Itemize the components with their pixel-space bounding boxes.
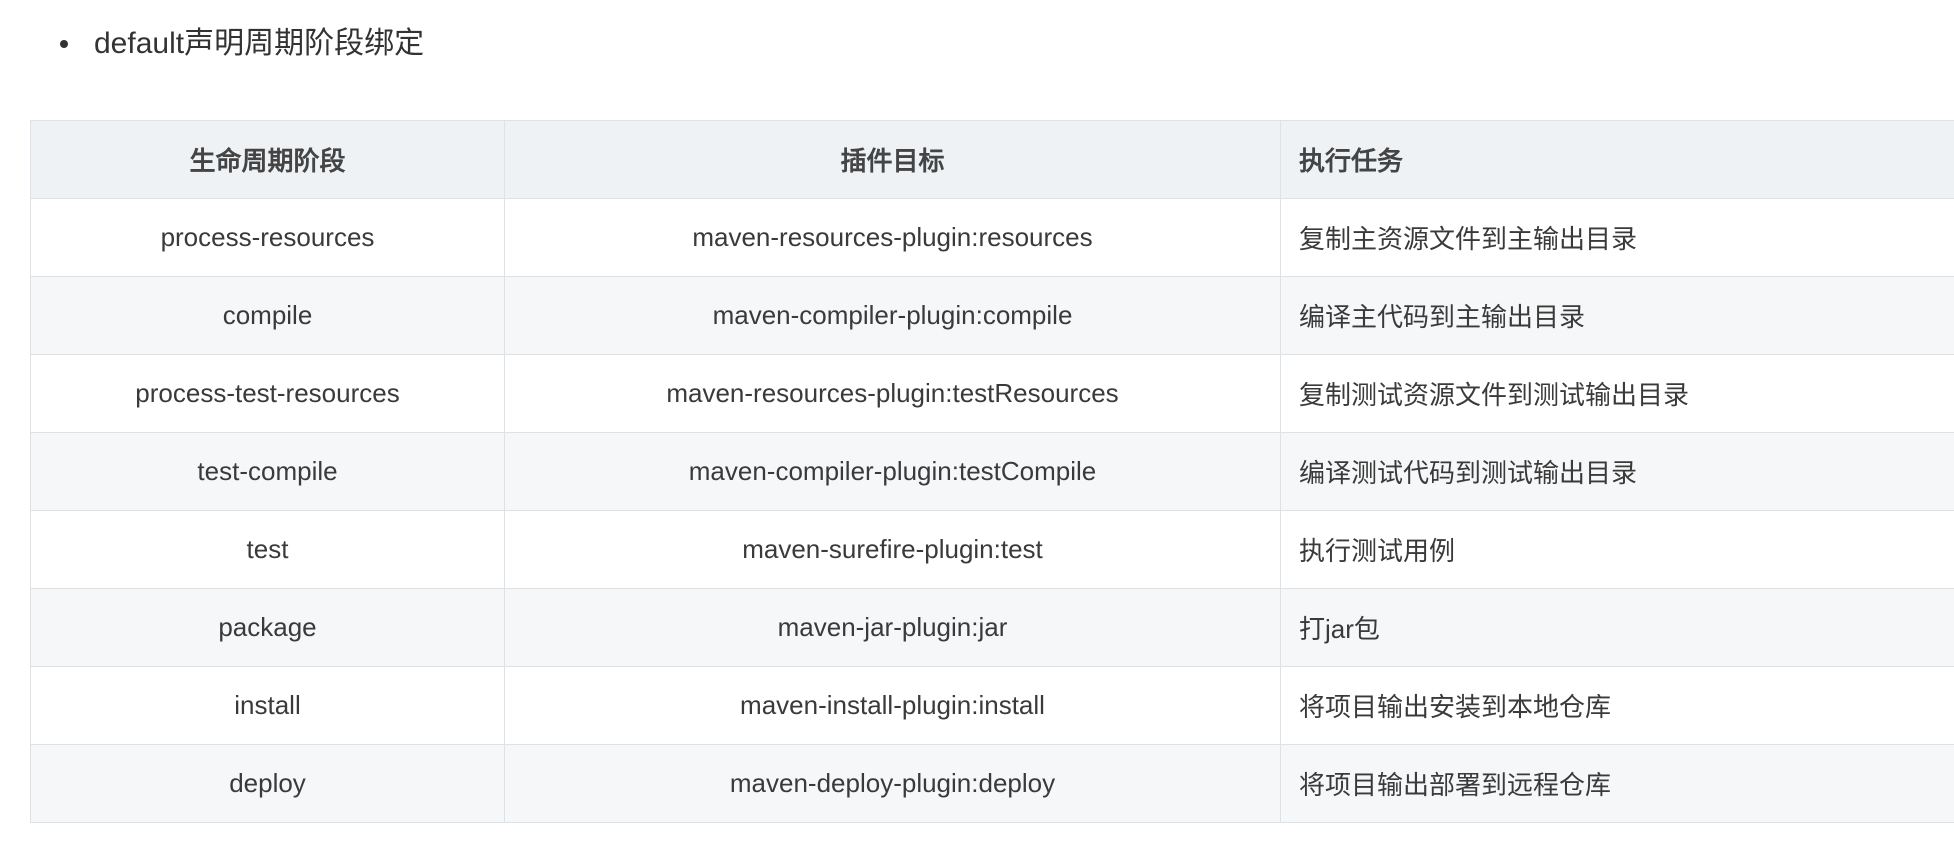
cell-goal: maven-jar-plugin:jar [504, 588, 1281, 667]
cell-task: 复制主资源文件到主输出目录 [1280, 198, 1954, 277]
cell-goal: maven-surefire-plugin:test [504, 510, 1281, 589]
cell-phase: process-resources [30, 198, 505, 277]
cell-phase: test-compile [30, 432, 505, 511]
table-row: package maven-jar-plugin:jar 打jar包 [30, 588, 1954, 667]
cell-task: 执行测试用例 [1280, 510, 1954, 589]
cell-phase: deploy [30, 744, 505, 823]
cell-phase: install [30, 666, 505, 745]
header-lifecycle-phase: 生命周期阶段 [30, 120, 505, 199]
cell-task: 将项目输出安装到本地仓库 [1280, 666, 1954, 745]
cell-task: 打jar包 [1280, 588, 1954, 667]
bullet-list: default声明周期阶段绑定 [60, 20, 424, 68]
cell-goal: maven-compiler-plugin:testCompile [504, 432, 1281, 511]
bullet-dot-icon [60, 40, 68, 48]
cell-task: 编译主代码到主输出目录 [1280, 276, 1954, 355]
table-row: deploy maven-deploy-plugin:deploy 将项目输出部… [30, 744, 1954, 823]
header-task: 执行任务 [1280, 120, 1954, 199]
cell-task: 复制测试资源文件到测试输出目录 [1280, 354, 1954, 433]
table-row: process-test-resources maven-resources-p… [30, 354, 1954, 433]
table-row: test-compile maven-compiler-plugin:testC… [30, 432, 1954, 511]
bullet-text: default声明周期阶段绑定 [94, 27, 425, 60]
table-row: install maven-install-plugin:install 将项目… [30, 666, 1954, 745]
cell-phase: process-test-resources [30, 354, 505, 433]
lifecycle-binding-table: 生命周期阶段 插件目标 执行任务 process-resources maven… [30, 120, 1954, 823]
cell-task: 将项目输出部署到远程仓库 [1280, 744, 1954, 823]
cell-goal: maven-install-plugin:install [504, 666, 1281, 745]
table-header-row: 生命周期阶段 插件目标 执行任务 [30, 120, 1954, 199]
header-plugin-goal: 插件目标 [504, 120, 1281, 199]
cell-goal: maven-compiler-plugin:compile [504, 276, 1281, 355]
lifecycle-table-container: 生命周期阶段 插件目标 执行任务 process-resources maven… [30, 120, 1954, 823]
cell-goal: maven-deploy-plugin:deploy [504, 744, 1281, 823]
cell-goal: maven-resources-plugin:resources [504, 198, 1281, 277]
cell-phase: compile [30, 276, 505, 355]
table-row: test maven-surefire-plugin:test 执行测试用例 [30, 510, 1954, 589]
table-row: process-resources maven-resources-plugin… [30, 198, 1954, 277]
cell-phase: test [30, 510, 505, 589]
cell-task: 编译测试代码到测试输出目录 [1280, 432, 1954, 511]
cell-goal: maven-resources-plugin:testResources [504, 354, 1281, 433]
table-row: compile maven-compiler-plugin:compile 编译… [30, 276, 1954, 355]
bullet-item-default-lifecycle: default声明周期阶段绑定 [60, 20, 424, 68]
cell-phase: package [30, 588, 505, 667]
